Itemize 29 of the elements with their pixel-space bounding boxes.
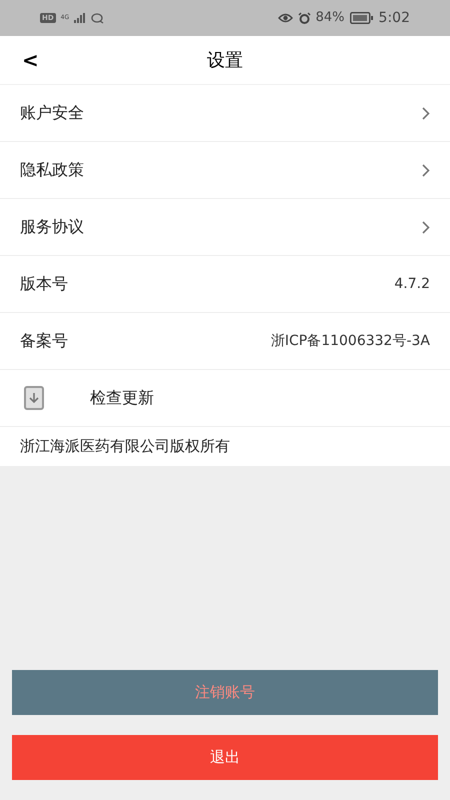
row-label: 服务协议 xyxy=(20,216,84,238)
clock-time: 5:02 xyxy=(378,8,410,28)
signal-icon xyxy=(74,13,86,23)
settings-row[interactable]: 检查更新 xyxy=(0,370,450,427)
row-label: 备案号 xyxy=(20,330,68,352)
row-label: 检查更新 xyxy=(90,387,154,409)
page-title: 设置 xyxy=(207,48,243,72)
chat-icon xyxy=(91,12,104,24)
row-label: 账户安全 xyxy=(20,102,84,124)
settings-row[interactable]: 版本号 4.7.2 xyxy=(0,256,450,313)
battery-icon xyxy=(350,12,374,24)
chevron-right-icon xyxy=(422,220,430,234)
logout-button[interactable]: 退出 xyxy=(12,735,438,780)
row-label: 版本号 xyxy=(20,273,68,295)
settings-row[interactable]: 隐私政策 xyxy=(0,142,450,199)
settings-row[interactable]: 账户安全 xyxy=(0,85,450,142)
settings-row[interactable]: 服务协议 xyxy=(0,199,450,256)
row-label: 隐私政策 xyxy=(20,159,84,181)
row-value: 4.7.2 xyxy=(394,274,430,294)
battery-percent: 84% xyxy=(316,9,345,28)
chevron-right-icon xyxy=(422,106,430,120)
alarm-icon xyxy=(298,12,311,24)
row-value: 浙ICP备11006332号-3A xyxy=(270,332,430,350)
eye-icon xyxy=(278,13,293,23)
chevron-right-icon xyxy=(422,164,430,176)
settings-row[interactable]: 备案号 浙ICP备11006332号-3A xyxy=(0,313,450,370)
back-button[interactable]: < xyxy=(20,45,41,75)
download-icon xyxy=(24,386,44,410)
copyright-text: 浙江海派医药有限公司版权所有 xyxy=(20,436,230,458)
